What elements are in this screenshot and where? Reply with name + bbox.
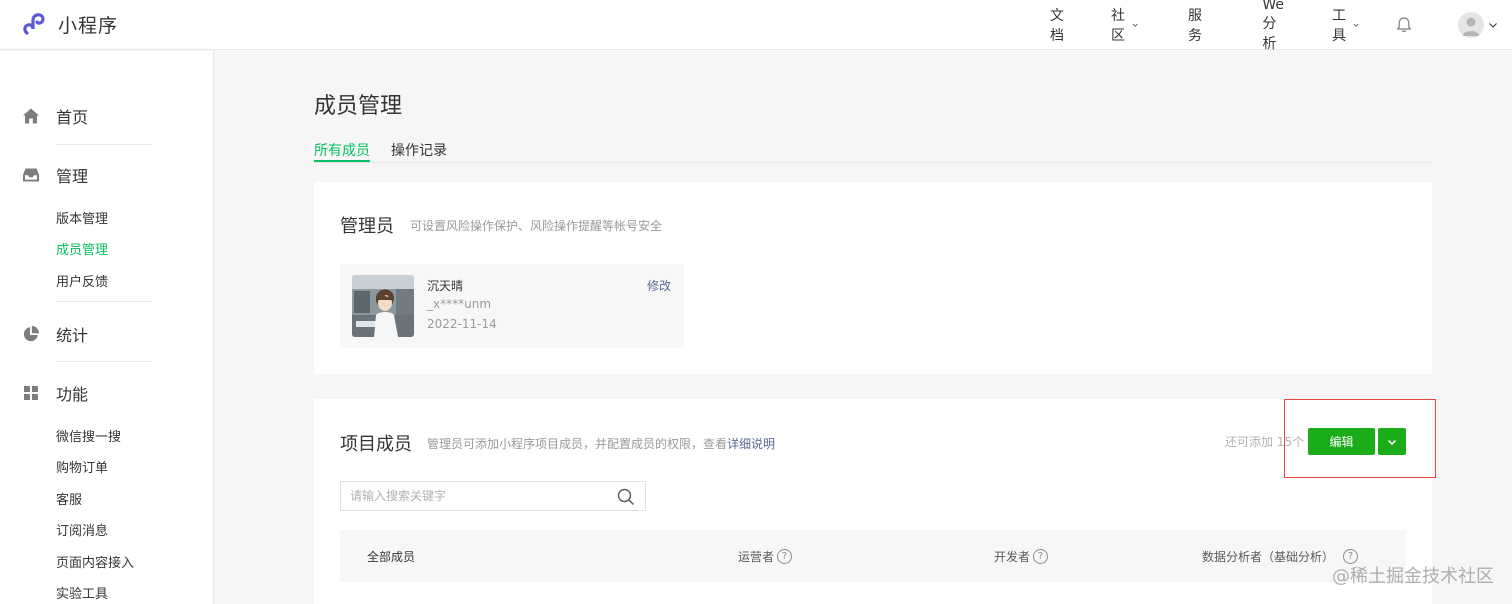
nav-docs-label: 文档	[1050, 8, 1064, 44]
sidebar-item-home[interactable]: 首页	[22, 104, 88, 128]
nav-services-label: 服务	[1188, 8, 1202, 44]
pie-chart-icon	[23, 326, 39, 342]
top-bar: 小程序 文档 社区 服务 We分析 工具	[0, 0, 1512, 53]
sidebar-divider	[56, 361, 152, 362]
members-card-desc-text: 管理员可添加小程序项目成员，并配置成员的权限，查看	[427, 437, 728, 451]
chevron-down-icon	[1132, 23, 1138, 27]
search-input[interactable]	[341, 488, 591, 504]
admin-info: 沉天晴 _x****unm 2022-11-14 修改	[340, 264, 684, 348]
admin-date: 2022-11-14	[427, 317, 497, 331]
admin-card: 管理员 可设置风险操作保护、风险操作提醒等帐号安全 沉天晴 _x****unm …	[314, 182, 1432, 374]
members-card: 项目成员 管理员可添加小程序项目成员，并配置成员的权限，查看详细说明 还可添加 …	[314, 399, 1432, 604]
sidebar-item-user-feedback[interactable]: 用户反馈	[56, 271, 108, 290]
mini-program-logo-icon	[23, 13, 45, 35]
column-operator-label: 运营者	[738, 550, 775, 564]
sidebar-item-shopping-orders[interactable]: 购物订单	[56, 457, 108, 476]
bell-icon	[1396, 17, 1412, 32]
sidebar-item-experiment-tools[interactable]: 实验工具	[56, 583, 108, 602]
active-tab-indicator	[314, 160, 370, 162]
column-all-members[interactable]: 全部成员	[367, 548, 415, 565]
admin-card-desc: 可设置风险操作保护、风险操作提醒等帐号安全	[410, 219, 663, 233]
sidebar-item-subscribe-messages[interactable]: 订阅消息	[56, 520, 108, 539]
tab-bar: 所有成员 操作记录	[314, 131, 1432, 163]
watermark: @稀土掘金技术社区	[1332, 566, 1494, 587]
nav-tools[interactable]: 工具	[1332, 5, 1359, 45]
help-icon[interactable]: ?	[1033, 549, 1049, 564]
members-card-title: 项目成员	[340, 434, 412, 455]
user-menu[interactable]	[1458, 12, 1498, 38]
nav-tools-label: 工具	[1332, 8, 1346, 44]
nav-services[interactable]: 服务	[1188, 5, 1202, 45]
members-card-desc: 管理员可添加小程序项目成员，并配置成员的权限，查看详细说明	[427, 435, 775, 452]
logo-text: 小程序	[58, 14, 119, 37]
sidebar-item-member-manage[interactable]: 成员管理	[56, 239, 108, 258]
member-search	[340, 481, 646, 511]
sidebar: 首页 管理 版本管理 成员管理 用户反馈 统计 功能 微信搜一搜 购物订单 客服…	[0, 51, 214, 604]
nav-community[interactable]: 社区	[1111, 5, 1138, 45]
sidebar-item-wechat-search[interactable]: 微信搜一搜	[56, 426, 121, 445]
tab-all-members[interactable]: 所有成员	[314, 140, 370, 160]
tab-operation-log[interactable]: 操作记录	[391, 140, 447, 160]
sidebar-item-version-manage[interactable]: 版本管理	[56, 208, 108, 227]
sidebar-item-customer-service[interactable]: 客服	[56, 489, 82, 508]
nav-analytics[interactable]: We分析	[1262, 0, 1284, 53]
admin-card-title: 管理员	[340, 216, 394, 237]
admin-name: 沉天晴	[427, 279, 464, 293]
sidebar-divider	[56, 301, 152, 302]
admin-edit-link[interactable]: 修改	[647, 277, 671, 294]
help-icon[interactable]: ?	[777, 549, 793, 564]
sidebar-item-manage[interactable]: 管理	[22, 163, 88, 187]
column-developer: 开发者 ?	[994, 548, 1049, 565]
nav-docs[interactable]: 文档	[1050, 5, 1064, 45]
column-data-analyst-label: 数据分析者（基础分析）	[1202, 550, 1335, 564]
column-developer-label: 开发者	[994, 550, 1031, 564]
column-all-members-label: 全部成员	[367, 550, 416, 564]
admin-avatar	[352, 275, 414, 337]
notification-button[interactable]	[1394, 15, 1414, 35]
chevron-down-icon	[1353, 23, 1359, 27]
highlight-box	[1284, 399, 1436, 478]
sidebar-item-stats-label: 统计	[56, 326, 89, 345]
home-icon	[23, 108, 39, 124]
user-icon	[1462, 17, 1480, 36]
nav-analytics-label: We分析	[1262, 0, 1284, 52]
sidebar-divider	[56, 144, 152, 145]
sidebar-item-features-label: 功能	[56, 385, 89, 404]
sidebar-item-features[interactable]: 功能	[22, 381, 88, 405]
grid-icon	[24, 386, 38, 400]
search-icon[interactable]	[617, 488, 635, 506]
avatar	[1458, 12, 1484, 38]
admin-wechat-id: _x****unm	[427, 297, 492, 311]
member-table-header: 全部成员 运营者 ? 开发者 ? 数据分析者（基础分析） ?	[340, 530, 1406, 582]
admin-avatar-image	[352, 275, 414, 337]
column-operator: 运营者 ?	[738, 548, 793, 565]
sidebar-item-stats[interactable]: 统计	[22, 322, 88, 346]
details-link[interactable]: 详细说明	[727, 437, 775, 451]
logo[interactable]: 小程序	[22, 10, 118, 38]
sidebar-item-manage-label: 管理	[56, 167, 89, 186]
inbox-icon	[23, 168, 39, 182]
sidebar-item-home-label: 首页	[56, 108, 89, 127]
page-title: 成员管理	[314, 94, 403, 119]
sidebar-item-page-content[interactable]: 页面内容接入	[56, 552, 134, 571]
nav-community-label: 社区	[1111, 8, 1125, 44]
chevron-down-icon	[1489, 23, 1497, 28]
